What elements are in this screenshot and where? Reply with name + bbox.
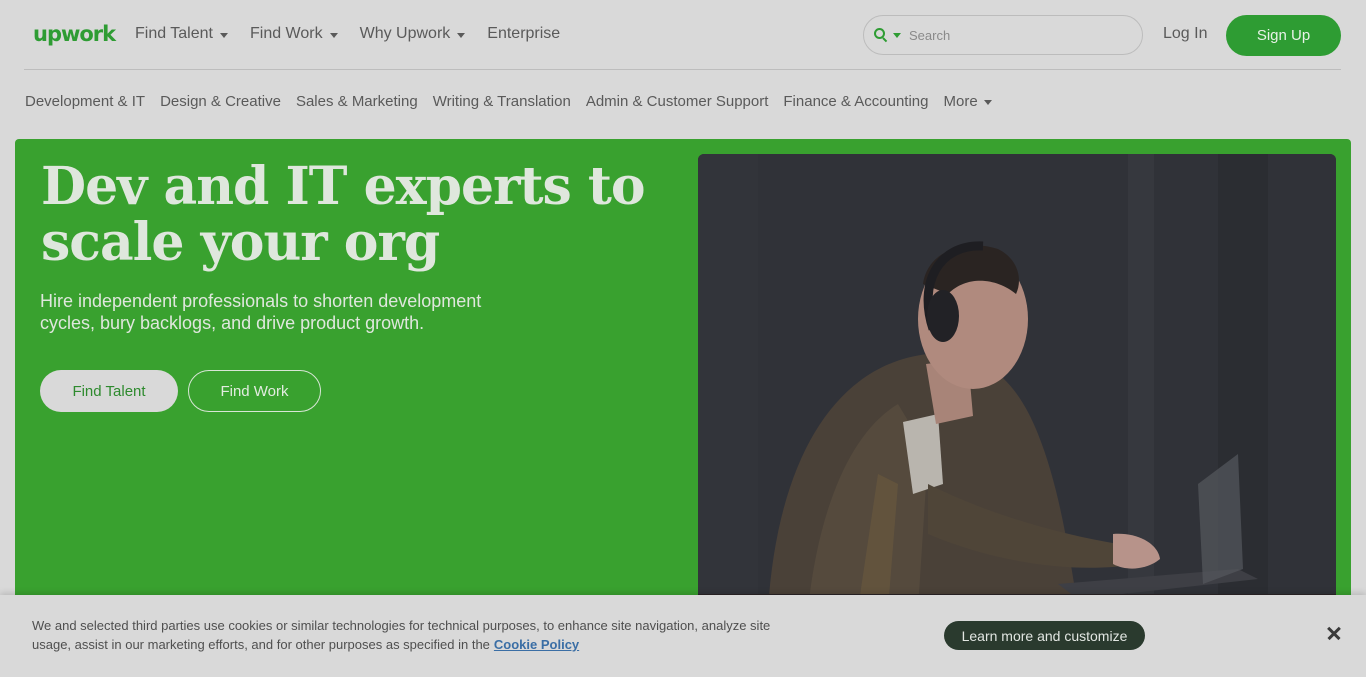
login-link[interactable]: Log In: [1163, 25, 1207, 43]
chevron-down-icon: [329, 32, 338, 38]
category-finance-accounting[interactable]: Finance & Accounting: [783, 93, 928, 110]
find-talent-button[interactable]: Find Talent: [40, 370, 178, 412]
cookie-message: We and selected third parties use cookie…: [32, 618, 771, 652]
hero-image: [698, 154, 1336, 609]
hero-title: Dev and IT experts to scale your org: [41, 156, 646, 273]
category-design-creative[interactable]: Design & Creative: [160, 93, 281, 110]
learn-more-button[interactable]: Learn more and customize: [944, 621, 1145, 650]
category-sales-marketing[interactable]: Sales & Marketing: [296, 93, 418, 110]
category-more-label: More: [943, 93, 978, 110]
chevron-down-icon: [983, 99, 992, 105]
nav-enterprise[interactable]: Enterprise: [487, 25, 560, 43]
cookie-banner: We and selected third parties use cookie…: [0, 595, 1366, 677]
category-nav: Development & IT Design & Creative Sales…: [25, 93, 1007, 110]
nav-find-talent[interactable]: Find Talent: [135, 25, 228, 43]
search-icon[interactable]: [874, 28, 888, 43]
category-writing-translation[interactable]: Writing & Translation: [433, 93, 571, 110]
header-divider: [24, 69, 1341, 70]
nav-find-work-label: Find Work: [249, 25, 323, 42]
nav-enterprise-label: Enterprise: [487, 25, 561, 42]
category-admin-support[interactable]: Admin & Customer Support: [586, 93, 769, 110]
top-header: upwork Find Talent Find Work Why Upwork …: [0, 0, 1366, 70]
developer-at-laptop-illustration: [698, 154, 1336, 609]
close-icon[interactable]: [1324, 624, 1344, 644]
hero-section: Dev and IT experts to scale your org Hir…: [15, 139, 1351, 609]
cookie-policy-link[interactable]: Cookie Policy: [494, 637, 579, 652]
hero-subtitle: Hire independent professionals to shorte…: [40, 291, 482, 333]
upwork-logo[interactable]: upwork: [33, 22, 116, 46]
signup-button[interactable]: Sign Up: [1226, 15, 1341, 56]
category-development-it[interactable]: Development & IT: [25, 93, 145, 110]
search-bar[interactable]: [863, 15, 1143, 55]
cookie-text: We and selected third parties use cookie…: [32, 616, 772, 654]
search-type-chevron-icon[interactable]: [893, 32, 901, 38]
chevron-down-icon: [219, 32, 228, 38]
category-more[interactable]: More: [943, 93, 992, 110]
nav-find-work[interactable]: Find Work: [250, 25, 338, 43]
search-input[interactable]: [909, 27, 1129, 43]
chevron-down-icon: [457, 32, 466, 38]
nav-find-talent-label: Find Talent: [135, 25, 213, 42]
main-nav: Find Talent Find Work Why Upwork Enterpr…: [135, 25, 582, 43]
find-work-button[interactable]: Find Work: [188, 370, 321, 412]
nav-why-upwork[interactable]: Why Upwork: [360, 25, 466, 43]
nav-why-upwork-label: Why Upwork: [359, 25, 451, 42]
